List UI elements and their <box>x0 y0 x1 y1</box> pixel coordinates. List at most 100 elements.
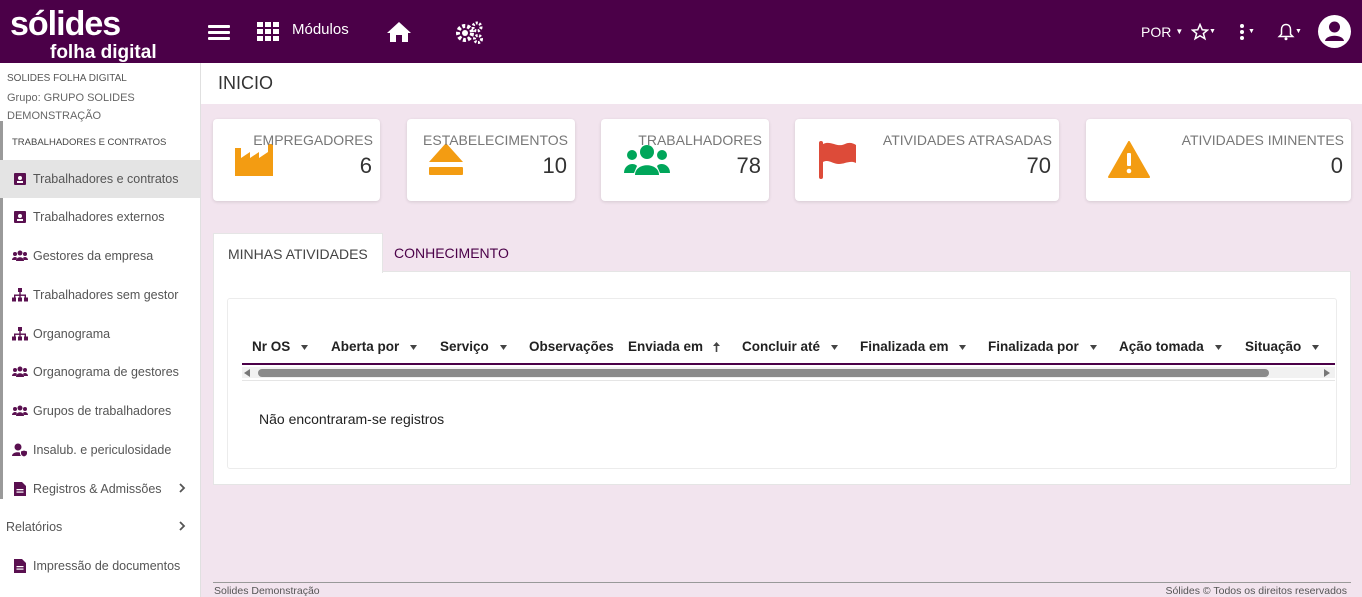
brand-logo[interactable]: sólides folha digital <box>10 5 160 63</box>
logo-subtext: folha digital <box>50 42 157 63</box>
top-navbar: sólides folha digital Módulos POR ▼ ▼ ▼ … <box>0 0 1362 63</box>
sidebar-item-label: Organograma de gestores <box>33 365 179 379</box>
scrollbar-thumb[interactable] <box>258 369 1269 377</box>
modules-label: Módulos <box>292 21 349 38</box>
stat-card-atividades-atrasadas[interactable]: ATIVIDADES ATRASADAS 70 <box>795 119 1059 201</box>
sort-chevron-down-icon[interactable] <box>1090 345 1097 350</box>
sidebar-item-label: Trabalhadores externos <box>33 210 165 224</box>
sidebar-item-label: Grupos de trabalhadores <box>33 404 172 418</box>
page-title: INICIO <box>218 73 274 93</box>
sitemap-icon <box>12 287 28 303</box>
sidebar-item-trabalhadores-contratos[interactable]: Trabalhadores e contratos <box>0 160 200 198</box>
column-header-situacao[interactable]: Situação <box>1245 339 1301 354</box>
scroll-right-icon[interactable] <box>1324 369 1330 377</box>
stat-card-trabalhadores[interactable]: TRABALHADORES 78 <box>601 119 769 201</box>
sidebar-item-organograma[interactable]: Organograma <box>0 315 200 353</box>
id-badge-icon <box>12 171 28 187</box>
star-icon <box>1191 22 1209 40</box>
stat-value: 0 <box>1330 153 1343 178</box>
sort-chevron-down-icon[interactable] <box>959 345 966 350</box>
column-header-finalizada-em[interactable]: Finalizada em <box>860 339 949 354</box>
stat-card-estabelecimentos[interactable]: ESTABELECIMENTOS 10 <box>407 119 575 201</box>
modules-button[interactable]: Módulos <box>257 0 349 63</box>
favorites-button[interactable]: ▼ <box>1191 0 1216 63</box>
group-label: Grupo: GRUPO SOLIDES DEMONSTRAÇÃO <box>7 92 135 122</box>
sort-chevron-down-icon[interactable] <box>831 345 838 350</box>
home-button[interactable] <box>386 0 412 63</box>
chevron-down-icon: ▼ <box>1295 28 1302 35</box>
chevron-down-icon: ▼ <box>1175 27 1184 36</box>
sidebar-item-label: Trabalhadores sem gestor <box>33 288 179 302</box>
user-menu-button[interactable] <box>1318 0 1351 63</box>
users-icon <box>624 145 670 175</box>
table-header-divider <box>242 363 1335 365</box>
column-header-nr-os[interactable]: Nr OS <box>252 339 290 354</box>
sort-chevron-down-icon[interactable] <box>410 345 417 350</box>
stat-label: EMPREGADORES <box>253 132 373 148</box>
sort-chevron-down-icon[interactable] <box>1312 345 1319 350</box>
users-icon <box>12 364 28 380</box>
sidebar-item-label: Relatórios <box>6 520 63 534</box>
table-divider <box>242 380 1335 381</box>
tab-minhas-atividades[interactable]: MINHAS ATIVIDADES <box>213 233 383 273</box>
document-icon <box>12 481 28 497</box>
users-icon <box>12 248 28 264</box>
sidebar-item-label: Trabalhadores e contratos <box>33 172 179 186</box>
column-header-finalizada-por[interactable]: Finalizada por <box>988 339 1079 354</box>
scroll-left-icon[interactable] <box>244 369 250 377</box>
stat-label: TRABALHADORES <box>638 132 762 148</box>
notifications-button[interactable]: ▼ <box>1277 0 1302 63</box>
sidebar-item-trabalhadores-externos[interactable]: Trabalhadores externos <box>0 198 200 236</box>
stat-label: ATIVIDADES IMINENTES <box>1181 132 1344 148</box>
sidebar-item-organograma-gestores[interactable]: Organograma de gestores <box>0 353 200 391</box>
sidebar-section-title: TRABALHADORES E CONTRATOS <box>12 137 167 148</box>
sidebar-item-grupos-trabalhadores[interactable]: Grupos de trabalhadores <box>0 392 200 430</box>
sidebar-item-relatorios[interactable]: Relatórios <box>0 508 200 546</box>
stat-value: 10 <box>542 153 567 178</box>
chevron-down-icon: ▼ <box>1209 28 1216 35</box>
home-icon <box>387 21 411 42</box>
tab-conhecimento[interactable]: CONHECIMENTO <box>380 233 523 272</box>
sort-chevron-down-icon[interactable] <box>1215 345 1222 350</box>
column-header-concluir-ate[interactable]: Concluir até <box>742 339 820 354</box>
column-header-aberta-por[interactable]: Aberta por <box>331 339 399 354</box>
stat-value: 70 <box>1026 153 1051 178</box>
stat-label: ESTABELECIMENTOS <box>423 132 568 148</box>
settings-button[interactable] <box>455 0 485 63</box>
more-options-button[interactable]: ▼ <box>1239 0 1255 63</box>
column-header-acao-tomada[interactable]: Ação tomada <box>1119 339 1204 354</box>
sort-chevron-down-icon[interactable] <box>301 345 308 350</box>
sidebar-item-impressao-documentos[interactable]: Impressão de documentos <box>0 547 200 585</box>
sidebar-item-label: Registros & Admissões <box>33 482 162 496</box>
footer-copyright: Sólides © Todos os direitos reservados <box>1165 585 1347 597</box>
sidebar-item-insalubridade[interactable]: Insalub. e periculosidade <box>0 431 200 469</box>
stat-card-empregadores[interactable]: EMPREGADORES 6 <box>213 119 380 201</box>
sidebar-item-registros-admissoes[interactable]: Registros & Admissões <box>0 470 200 508</box>
sort-arrow-up-icon[interactable] <box>713 342 720 352</box>
sidebar-item-gestores-empresa[interactable]: Gestores da empresa <box>0 237 200 275</box>
sidebar-item-label: Insalub. e periculosidade <box>33 443 172 457</box>
sidebar-item-sem-gestor[interactable]: Trabalhadores sem gestor <box>0 276 200 314</box>
logo-text: sólides <box>10 5 121 43</box>
document-icon <box>12 558 28 574</box>
footer-company: Solides Demonstração <box>214 585 320 597</box>
column-header-servico[interactable]: Serviço <box>440 339 489 354</box>
factory-icon <box>235 144 273 176</box>
flag-icon <box>819 141 856 179</box>
footer-divider <box>213 582 1351 583</box>
activities-table-container <box>227 298 1337 469</box>
stat-label: ATIVIDADES ATRASADAS <box>882 132 1052 148</box>
menu-toggle-button[interactable] <box>208 0 230 63</box>
users-icon <box>12 403 28 419</box>
language-selector[interactable]: POR ▼ <box>1141 0 1183 63</box>
language-label: POR <box>1141 23 1172 40</box>
column-header-observacoes[interactable]: Observações <box>529 339 614 354</box>
sort-chevron-down-icon[interactable] <box>500 345 507 350</box>
user-shield-icon <box>12 442 28 458</box>
organization-name: SOLIDES FOLHA DIGITAL <box>7 73 127 84</box>
sidebar-item-label: Gestores da empresa <box>33 249 154 263</box>
user-avatar-icon <box>1318 15 1351 48</box>
chevron-right-icon <box>179 521 186 531</box>
column-header-enviada-em[interactable]: Enviada em <box>628 339 703 354</box>
stat-card-atividades-iminentes[interactable]: ATIVIDADES IMINENTES 0 <box>1086 119 1351 201</box>
